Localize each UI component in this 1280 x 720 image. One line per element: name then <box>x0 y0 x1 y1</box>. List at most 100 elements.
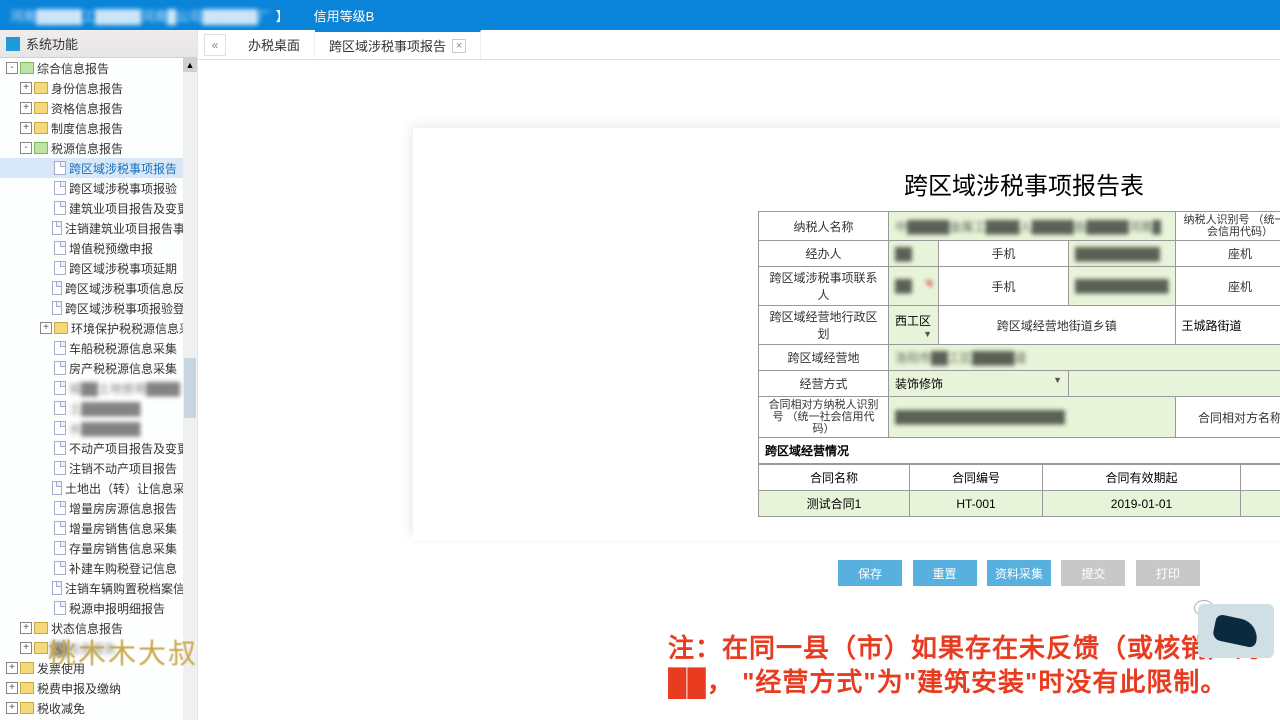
tree-node[interactable]: 增量房房源信息报告 <box>0 498 197 518</box>
tree-label: 房产税税源信息采集 <box>69 360 177 377</box>
sidebar: 系统功能 ▲ -综合信息报告+身份信息报告+资格信息报告+制度信息报告-税源信息… <box>0 30 198 720</box>
label-sj1: 手机 <box>938 241 1068 267</box>
tree-scrollbar[interactable]: ▲ <box>183 58 197 720</box>
value-jyfs[interactable]: 装饰修饰▼ <box>889 371 1069 397</box>
value-lxr[interactable]: ██◥ <box>889 267 939 306</box>
toggle-icon[interactable]: - <box>6 62 18 74</box>
sidebar-tree[interactable]: ▲ -综合信息报告+身份信息报告+资格信息报告+制度信息报告-税源信息报告跨区域… <box>0 58 197 720</box>
tree-node[interactable]: 土地出（转）让信息采集 <box>0 478 197 498</box>
toggle-icon[interactable]: + <box>6 702 18 714</box>
file-icon <box>52 581 62 595</box>
close-icon[interactable]: × <box>452 39 466 53</box>
value-dfsbh[interactable]: ████████████████████ <box>889 397 1176 438</box>
tree-node[interactable]: 跨区域涉税事项延期 <box>0 258 197 278</box>
tree-node[interactable]: 跨区域涉税事项报验登记 <box>0 298 197 318</box>
file-icon <box>54 521 66 535</box>
collect-button[interactable]: 资料采集 <box>987 560 1051 586</box>
file-icon <box>54 461 66 475</box>
table-cell[interactable]: 2019-01-01 <box>1042 491 1240 517</box>
tree-label: 城██土地使用████ <box>69 380 180 397</box>
tree-node[interactable]: 跨区域涉税事项报告 <box>0 158 197 178</box>
save-button[interactable]: 保存 <box>838 560 902 586</box>
label-nsrsbh: 纳税人识别号 （统一社会信用代码） <box>1175 212 1280 241</box>
tree-node[interactable]: 土███████ <box>0 398 197 418</box>
tree-node[interactable]: 房产税税源信息采集 <box>0 358 197 378</box>
table-row[interactable]: 测试合同1HT-0012019-01-012022-01-0110 <box>759 491 1280 517</box>
tree-node[interactable]: +制度信息报告 <box>0 118 197 138</box>
toggle-icon[interactable]: + <box>40 322 52 334</box>
toggle-icon[interactable]: + <box>6 662 18 674</box>
scroll-thumb[interactable] <box>184 358 196 418</box>
tree-label: 补建车购税登记信息 <box>69 560 177 577</box>
folder-icon <box>54 322 68 334</box>
tree-node[interactable]: 税源申报明细报告 <box>0 598 197 618</box>
label-dfmc: 合同相对方名称 <box>1175 397 1280 438</box>
nav-back-icon[interactable]: « <box>204 34 226 56</box>
file-icon <box>52 481 62 495</box>
tree-label: 土███████ <box>69 400 141 417</box>
reset-button[interactable]: 重置 <box>913 560 977 586</box>
tree-node[interactable]: 注销车辆购置税档案信息 <box>0 578 197 598</box>
tree-node[interactable]: 跨区域涉税事项信息反馈 <box>0 278 197 298</box>
value-jyd[interactable]: 洛阳市██工区█████道 <box>889 345 1280 371</box>
tree-node[interactable]: +环境保护税税源信息采 <box>0 318 197 338</box>
folder-icon <box>34 142 48 154</box>
tree-node[interactable]: 补建车购税登记信息 <box>0 558 197 578</box>
tree-node[interactable]: 车船税税源信息采集 <box>0 338 197 358</box>
scroll-up-icon[interactable]: ▲ <box>183 58 197 72</box>
tree-node[interactable]: 存量房销售信息采集 <box>0 538 197 558</box>
tree-label: 增值税预缴申报 <box>69 240 153 257</box>
toggle-icon[interactable]: + <box>20 122 32 134</box>
tab-report[interactable]: 跨区域涉税事项报告 × <box>315 30 481 59</box>
toggle-icon[interactable]: + <box>20 642 32 654</box>
value-sj2[interactable]: ███████████ <box>1068 267 1175 306</box>
tree-node[interactable]: +税费申报及缴纳 <box>0 678 197 698</box>
tree-node[interactable]: +身份信息报告 <box>0 78 197 98</box>
value-jbr[interactable]: ██ <box>889 241 939 267</box>
toggle-icon[interactable]: + <box>20 622 32 634</box>
tree-node[interactable]: 增值税预缴申报 <box>0 238 197 258</box>
tree-label: 增量房房源信息报告 <box>69 500 177 517</box>
bracket-close: 】 <box>276 6 289 25</box>
value-jyfs-extra[interactable]: ◥ <box>1068 371 1280 397</box>
tree-node[interactable]: -综合信息报告 <box>0 58 197 78</box>
tree-node[interactable]: +资格信息报告 <box>0 98 197 118</box>
value-nsrmc[interactable]: 中█████金属工████人█████会█████河南█ <box>889 212 1176 241</box>
tree-node[interactable]: 水███████ <box>0 418 197 438</box>
toggle-icon[interactable]: + <box>6 682 18 694</box>
value-sj1[interactable]: ██████████ <box>1068 241 1175 267</box>
file-icon <box>54 261 66 275</box>
tree-node[interactable]: 不动产项目报告及变更 <box>0 438 197 458</box>
tree-node[interactable]: 城██土地使用████ <box>0 378 197 398</box>
table-cell[interactable]: HT-001 <box>910 491 1043 517</box>
tree-node[interactable]: 注销建筑业项目报告事项 <box>0 218 197 238</box>
tree-node[interactable]: 跨区域涉税事项报验 <box>0 178 197 198</box>
file-icon <box>54 201 66 215</box>
label-lxr: 跨区域涉税事项联系人 <box>759 267 889 306</box>
tree-label: 税收减免 <box>37 700 85 717</box>
label-jyd: 跨区域经营地 <box>759 345 889 371</box>
folder-icon <box>20 702 34 714</box>
tree-node[interactable]: -税源信息报告 <box>0 138 197 158</box>
value-jdxz[interactable]: 王城路街道 <box>1175 306 1280 345</box>
file-icon <box>54 601 66 615</box>
avatar-corner[interactable] <box>1198 604 1274 658</box>
org-title: 河南█████工█████河南█公司██████厂 <box>10 6 271 25</box>
folder-icon <box>34 122 48 134</box>
form-panel: 跨区域涉税事项报告表 纳税人名称 中█████金属工████人█████会███… <box>758 158 1280 517</box>
table-cell[interactable]: 2022-01-01 <box>1241 491 1280 517</box>
toggle-icon[interactable]: - <box>20 142 32 154</box>
toggle-icon[interactable]: + <box>20 102 32 114</box>
label-jdxz: 跨区域经营地街道乡镇 <box>938 306 1175 345</box>
tree-node[interactable]: 注销不动产项目报告 <box>0 458 197 478</box>
toggle-icon[interactable]: + <box>20 82 32 94</box>
print-button: 打印 <box>1136 560 1200 586</box>
table-cell[interactable]: 测试合同1 <box>759 491 910 517</box>
folder-icon <box>34 642 48 654</box>
file-icon <box>54 541 66 555</box>
value-xzqh[interactable]: 西工区▼ <box>889 306 939 345</box>
tree-node[interactable]: + 税收减免 <box>0 698 197 718</box>
tree-node[interactable]: 建筑业项目报告及变更 <box>0 198 197 218</box>
tree-node[interactable]: 增量房销售信息采集 <box>0 518 197 538</box>
tab-desktop[interactable]: 办税桌面 <box>234 31 315 58</box>
